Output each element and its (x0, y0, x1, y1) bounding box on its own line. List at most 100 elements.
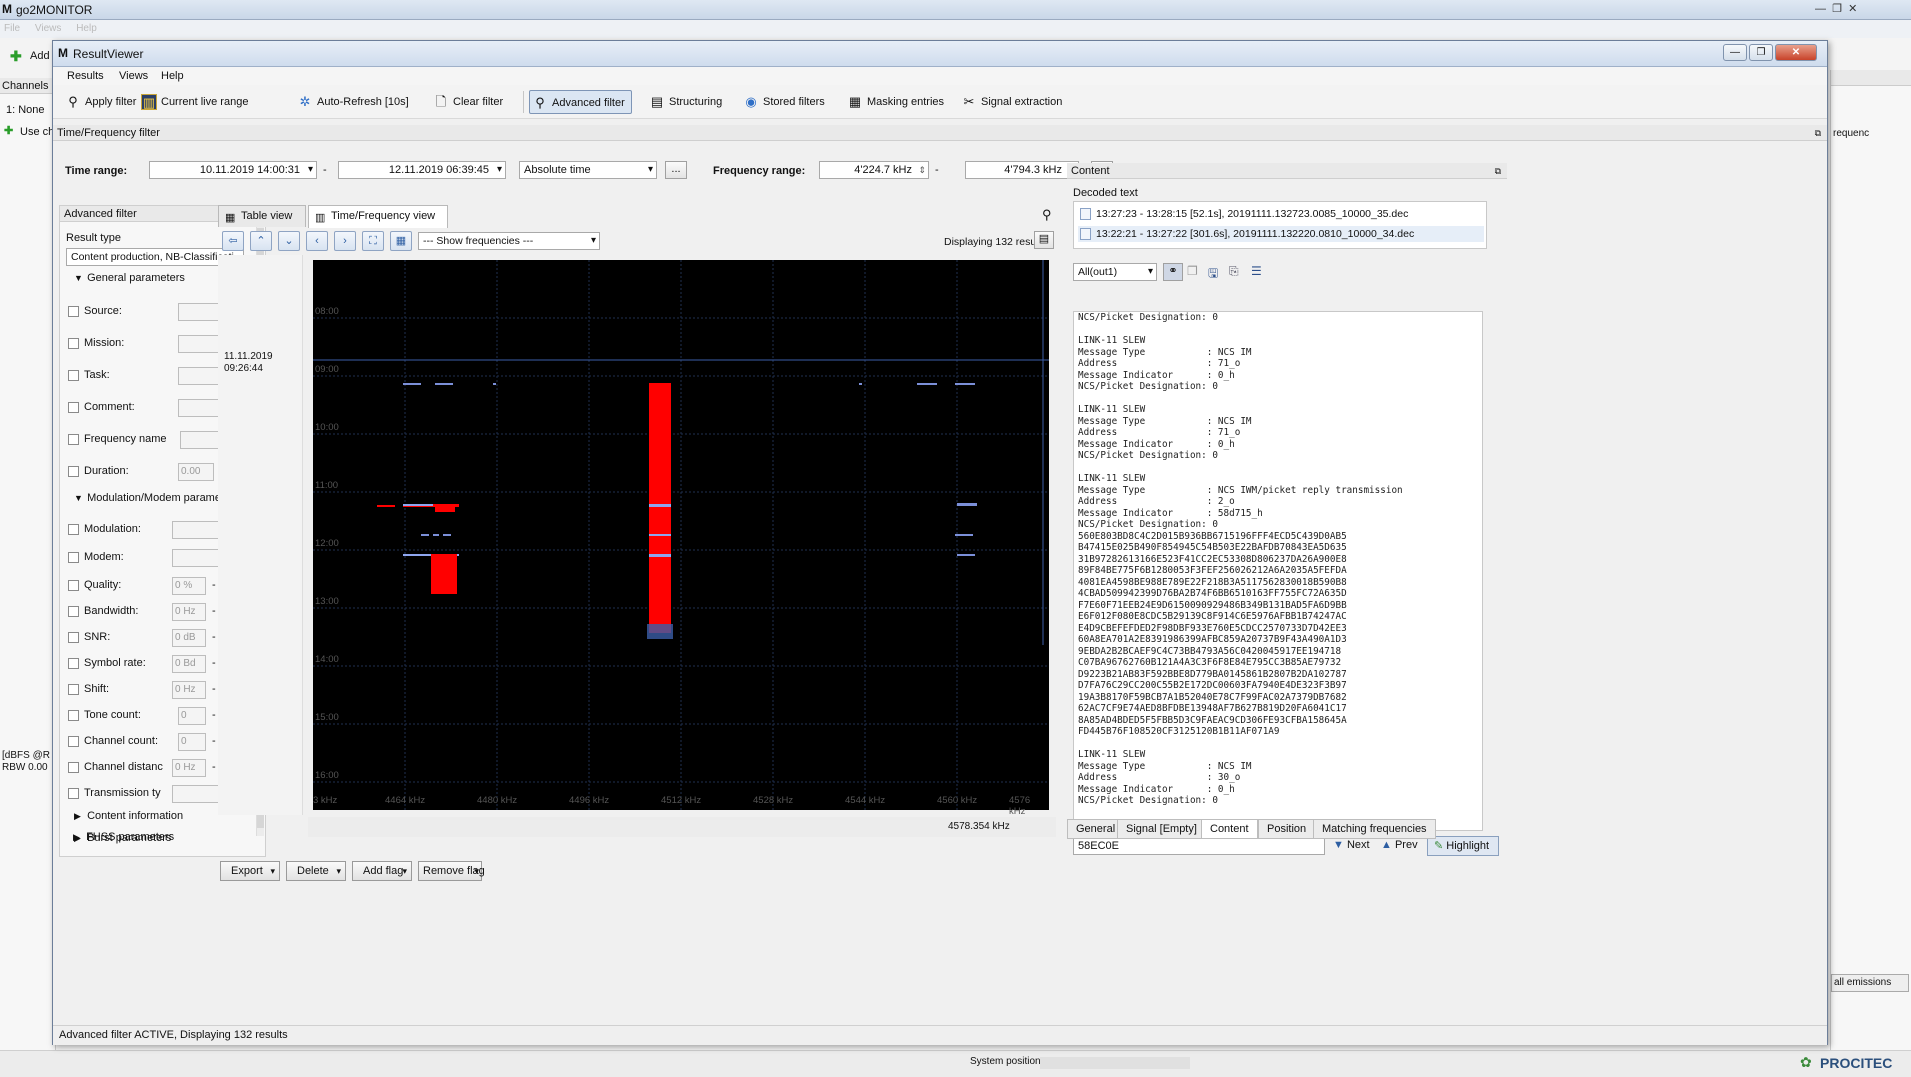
copy-icon[interactable]: ❐ (1187, 264, 1198, 278)
decoded-file-item-selected[interactable]: 13:22:21 - 13:27:22 [301.6s], 20191111.1… (1078, 226, 1484, 242)
burst[interactable] (493, 383, 496, 385)
burst[interactable] (435, 506, 455, 512)
freq-from-field[interactable]: 4'224.7 kHz (819, 161, 929, 179)
burst[interactable] (955, 383, 975, 385)
content-undock-icon[interactable]: ⧉ (1495, 163, 1501, 179)
signal-extraction-button[interactable]: ✂ Signal extraction (959, 90, 1063, 114)
text-scrollbar[interactable] (1482, 312, 1483, 830)
undock-icon[interactable]: ⧉ (1815, 125, 1821, 141)
decoded-file-item[interactable]: 13:27:23 - 13:28:15 [52.1s], 20191111.13… (1078, 206, 1484, 222)
wrap-text-icon[interactable]: ☰ (1251, 264, 1262, 278)
time-from-field[interactable]: 10.11.2019 14:00:31 (149, 161, 317, 179)
frequency-name-checkbox[interactable] (68, 434, 79, 445)
next-button[interactable]: › (334, 231, 356, 251)
back-button[interactable]: ⇦ (222, 231, 244, 251)
apply-filter-button[interactable]: ⚲ Apply filter (63, 90, 136, 114)
bandwidth-from-field[interactable]: 0 Hz (172, 603, 206, 621)
export-text-icon[interactable]: ⎘ (1229, 264, 1239, 279)
bg-use-channel[interactable]: Use ch (20, 126, 54, 138)
source-checkbox[interactable] (68, 306, 79, 317)
symbol-from-field[interactable]: 0 Bd (172, 655, 206, 673)
structuring-button[interactable]: ▤ Structuring (647, 90, 722, 114)
tab-time-frequency-view[interactable]: ▥ Time/Frequency view (308, 205, 448, 228)
bg-menu-file[interactable]: File (4, 23, 20, 34)
tab-matching-frequencies[interactable]: Matching frequencies (1313, 819, 1436, 839)
stored-filters-button[interactable]: ◉ Stored filters (741, 90, 824, 114)
zoom-icon[interactable]: ⚲ (1042, 207, 1052, 223)
minimize-button[interactable]: — (1723, 44, 1747, 61)
prev-button[interactable]: ‹ (306, 231, 328, 251)
symbol-rate-checkbox[interactable] (68, 658, 79, 669)
tone-from-field[interactable]: 0 (178, 707, 206, 725)
fit-view-button[interactable]: ⛶ (362, 231, 384, 251)
tab-content[interactable]: Content (1201, 819, 1258, 839)
menu-results[interactable]: Results (67, 70, 104, 82)
close-button[interactable]: ✕ (1775, 44, 1817, 61)
down-button[interactable]: ⌄ (278, 231, 300, 251)
bg-channel-item[interactable]: 1: None (6, 104, 45, 116)
tab-signal[interactable]: Signal [Empty] (1117, 819, 1206, 839)
grid-button[interactable]: ▦ (390, 231, 412, 251)
delete-button[interactable]: Delete ▾ (286, 861, 346, 881)
content-information-group[interactable]: ▶ Content information (74, 810, 183, 828)
burst[interactable] (649, 504, 671, 507)
burst[interactable] (435, 383, 453, 385)
remove-flag-button[interactable]: Remove flag ▾ (418, 861, 485, 881)
quality-from-field[interactable]: 0 % (172, 577, 206, 595)
tab-general[interactable]: General (1067, 819, 1125, 839)
chan-from-field[interactable]: 0 (178, 733, 206, 751)
snr-from-field[interactable]: 0 dB (172, 629, 206, 647)
bandwidth-checkbox[interactable] (68, 606, 79, 617)
burst[interactable] (403, 383, 421, 385)
prev-match-button[interactable]: ▲ Prev (1381, 839, 1418, 851)
auto-refresh-button[interactable]: ✲ Auto-Refresh [10s] (295, 90, 409, 114)
duration-from-field[interactable]: 0.00 (178, 463, 214, 481)
modem-checkbox[interactable] (68, 552, 79, 563)
view-options-button[interactable]: ▤ (1034, 231, 1054, 249)
clear-filter-button[interactable]: 🗋 Clear filter (431, 90, 503, 114)
burst[interactable] (647, 624, 673, 639)
fhss-parameters-group[interactable]: ▶ FHSS parameters (73, 831, 174, 849)
burst[interactable] (957, 554, 975, 556)
highlight-button[interactable]: ✎ Highlight (1427, 836, 1499, 856)
burst-selected[interactable] (649, 383, 671, 633)
current-live-range-button[interactable]: ▥ Current live range (139, 90, 248, 114)
chd-from-field[interactable]: 0 Hz (172, 759, 206, 777)
task-checkbox[interactable] (68, 370, 79, 381)
burst[interactable] (649, 534, 671, 536)
shift-checkbox[interactable] (68, 684, 79, 695)
advanced-filter-button[interactable]: ⚲ Advanced filter (529, 90, 632, 114)
transmission-checkbox[interactable] (68, 788, 79, 799)
output-select[interactable]: All(out1) (1073, 263, 1157, 281)
add-flag-button[interactable]: Add flag ▾ (352, 861, 412, 881)
mission-checkbox[interactable] (68, 338, 79, 349)
tone-count-checkbox[interactable] (68, 710, 79, 721)
modulation-checkbox[interactable] (68, 524, 79, 535)
bg-menu-views[interactable]: Views (35, 23, 62, 34)
duration-checkbox[interactable] (68, 466, 79, 477)
export-button[interactable]: Export ▾ (220, 861, 280, 881)
channel-distance-checkbox[interactable] (68, 762, 79, 773)
modem-parameters-group[interactable]: ▼ Modulation/Modem parameter (74, 492, 234, 510)
burst[interactable] (443, 534, 451, 536)
next-match-button[interactable]: ▼ Next (1333, 839, 1370, 851)
show-frequencies-select[interactable]: --- Show frequencies --- (418, 232, 600, 250)
bg-right-tab[interactable]: requenc (1833, 128, 1869, 139)
burst[interactable] (433, 534, 439, 536)
shift-from-field[interactable]: 0 Hz (172, 681, 206, 699)
tab-table-view[interactable]: ▦ Table view (218, 205, 306, 227)
time-to-field[interactable]: 12.11.2019 06:39:45 (338, 161, 506, 179)
freq-to-field[interactable]: 4'794.3 kHz (965, 161, 1079, 179)
up-button[interactable]: ⌃ (250, 231, 272, 251)
channel-count-checkbox[interactable] (68, 736, 79, 747)
binoculars-button[interactable]: ⚭ (1163, 263, 1183, 281)
time-mode-select[interactable]: Absolute time (519, 161, 657, 179)
menu-views[interactable]: Views (119, 70, 148, 82)
bg-add-button[interactable]: Add (30, 50, 50, 62)
decoded-text-view[interactable]: NCS/Picket Designation: 0 LINK-11 SLEW M… (1073, 311, 1483, 831)
bg-all-emissions-button[interactable]: all emissions (1831, 974, 1909, 992)
burst[interactable] (403, 504, 433, 506)
burst[interactable] (917, 383, 937, 385)
burst[interactable] (377, 505, 395, 507)
menu-help[interactable]: Help (161, 70, 184, 82)
